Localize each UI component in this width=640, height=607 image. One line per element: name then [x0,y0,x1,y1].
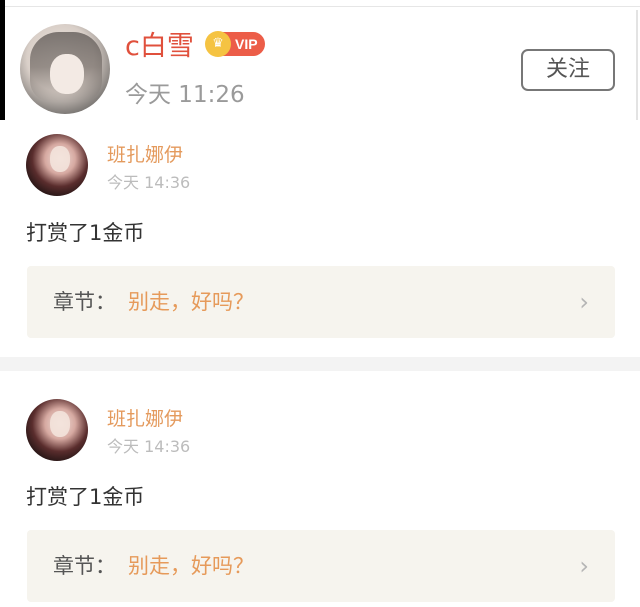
chapter-label: 章节： [53,290,116,314]
reward-user-name[interactable]: 班扎娜伊 [107,407,183,431]
chapter-link[interactable]: 章节： 别走，好吗？ › [27,530,615,602]
top-divider [0,6,640,7]
avatar[interactable] [26,399,88,461]
avatar-face [50,146,70,172]
chapter-link[interactable]: 章节： 别走，好吗？ › [27,266,615,338]
reward-message: 打赏了1金币 [26,485,145,509]
crown-icon: ♛ [205,31,231,57]
chapter-title: 别走，好吗？ [128,290,254,314]
reward-time: 今天 14:36 [107,437,191,456]
user-name[interactable]: c白雪 [125,30,194,64]
avatar-face [50,54,84,94]
chapter-title: 别走，好吗？ [128,554,254,578]
reward-user-name[interactable]: 班扎娜伊 [107,143,183,167]
chevron-right-icon: › [579,288,589,316]
chevron-right-icon: › [579,552,589,580]
reward-time: 今天 14:36 [107,173,191,192]
reward-message: 打赏了1金币 [26,221,145,245]
follow-button[interactable]: 关注 [521,49,615,91]
chapter-label: 章节： [53,554,116,578]
avatar[interactable] [26,134,88,196]
vip-label: VIP [235,36,258,52]
scrollbar[interactable] [636,10,638,120]
avatar-face [50,411,70,437]
avatar[interactable] [20,24,110,114]
post-time: 今天 11:26 [125,82,245,108]
vip-badge: ♛ VIP [205,31,265,57]
section-divider [0,357,640,371]
left-edge-bar [0,0,5,120]
